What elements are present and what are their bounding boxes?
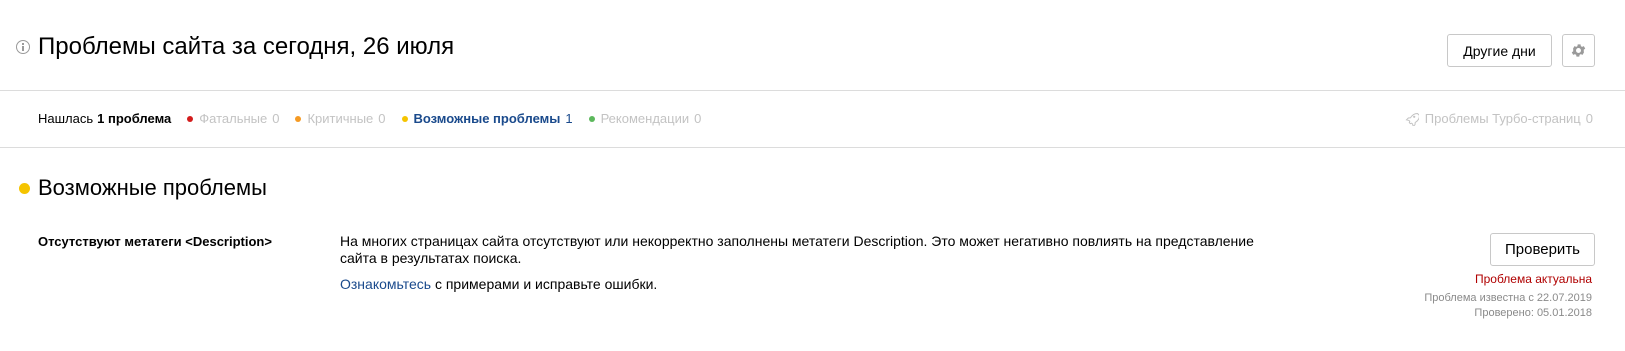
critical-dot-icon xyxy=(295,116,302,122)
issue-hint-text: с примерами и исправьте ошибки. xyxy=(431,276,658,292)
page-header: Проблемы сайта за сегодня, 26 июля Други… xyxy=(0,0,1625,91)
info-icon[interactable] xyxy=(16,40,30,54)
found-count: 1 проблема xyxy=(97,111,172,126)
turbo-filter[interactable]: Проблемы Турбо-страниц 0 xyxy=(1405,111,1593,127)
filter-fatal-label: Фатальные xyxy=(199,111,268,126)
possible-dot-icon xyxy=(401,116,408,122)
gear-icon xyxy=(1571,44,1586,57)
fatal-dot-icon xyxy=(187,116,194,122)
recommendations-dot-icon xyxy=(588,116,595,122)
section-status-dot-icon xyxy=(19,183,30,194)
filter-bar: Нашлась 1 проблема Фатальные 0 Критичные… xyxy=(0,91,1625,148)
issue-name: Отсутствуют метатеги <Description> xyxy=(38,234,272,249)
filter-possible-count: 1 xyxy=(565,111,573,126)
issue-status: Проблема актуальна xyxy=(1474,272,1592,286)
filter-recommendations-label: Рекомендации xyxy=(600,111,690,126)
rocket-icon xyxy=(1405,112,1419,126)
filter-critical[interactable]: Критичные 0 xyxy=(295,111,386,127)
filter-recommendations[interactable]: Рекомендации 0 xyxy=(588,111,702,127)
examples-link[interactable]: Ознакомьтесь xyxy=(340,276,431,292)
found-label: Нашлась xyxy=(38,111,94,126)
filter-critical-label: Критичные xyxy=(307,111,374,126)
filter-fatal[interactable]: Фатальные 0 xyxy=(187,111,279,127)
filter-row: Нашлась 1 проблема Фатальные 0 Критичные… xyxy=(38,111,701,127)
turbo-count: 0 xyxy=(1585,111,1593,126)
checked-date: Проверено: 05.01.2018 xyxy=(1474,307,1592,319)
settings-button[interactable] xyxy=(1562,34,1595,67)
issue-meta: Проблема известна с 22.07.2019 Проверено… xyxy=(1424,292,1592,322)
filter-critical-count: 0 xyxy=(378,111,386,126)
section-title: Возможные проблемы xyxy=(38,175,267,200)
filter-fatal-count: 0 xyxy=(272,111,280,126)
check-button[interactable]: Проверить xyxy=(1490,233,1595,266)
other-days-button[interactable]: Другие дни xyxy=(1447,34,1552,67)
page-title: Проблемы сайта за сегодня, 26 июля xyxy=(38,33,455,60)
issue-hint: Ознакомьтесь с примерами и исправьте оши… xyxy=(340,276,657,293)
turbo-label: Проблемы Турбо-страниц xyxy=(1424,111,1581,126)
filter-possible[interactable]: Возможные проблемы 1 xyxy=(401,111,573,127)
filter-possible-label: Возможные проблемы xyxy=(413,111,561,126)
filter-recommendations-count: 0 xyxy=(694,111,702,126)
issue-description: На многих страницах сайта отсутствуют ил… xyxy=(340,233,1254,266)
known-since: Проблема известна с 22.07.2019 xyxy=(1424,292,1592,304)
